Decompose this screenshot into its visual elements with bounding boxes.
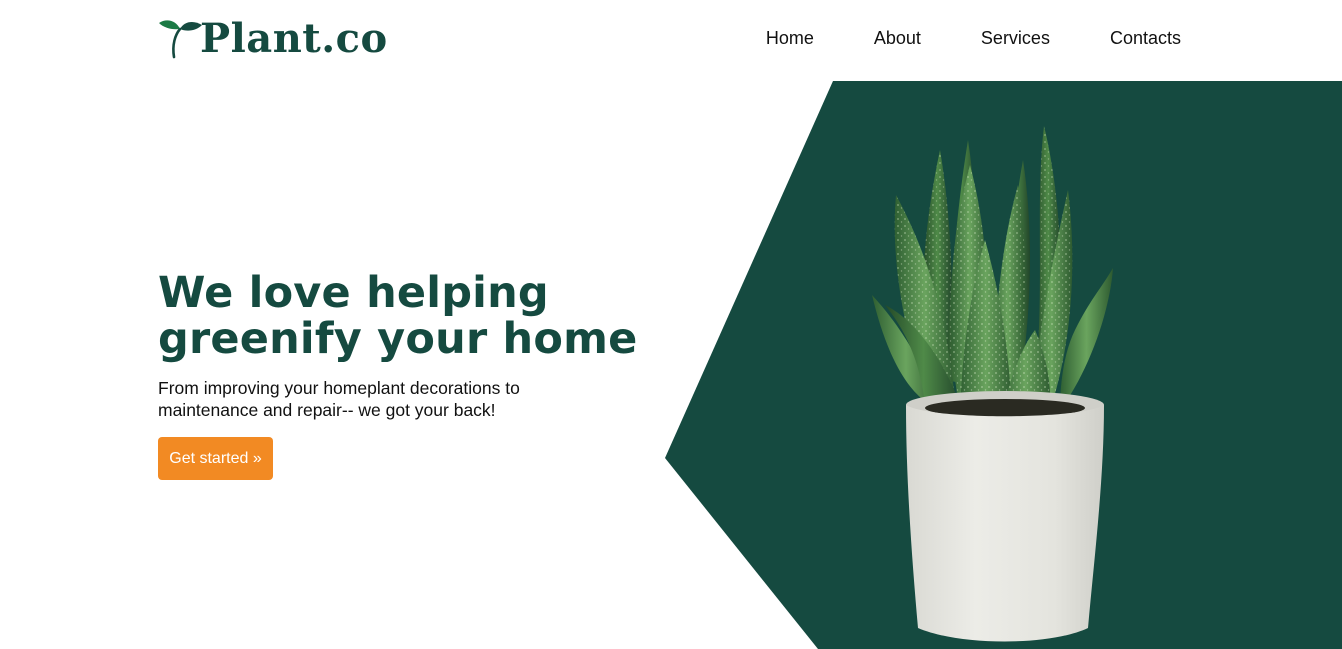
nav-contacts-link[interactable]: Contacts — [1110, 26, 1181, 50]
brand-name: Plant.co — [200, 15, 388, 62]
hero-subtitle-line-2: maintenance and repair-- we got your bac… — [158, 400, 496, 420]
nav-home-link[interactable]: Home — [766, 26, 814, 50]
potted-aloe-plant-image — [872, 126, 1113, 642]
sprout-icon — [159, 20, 202, 59]
hero-title-line-2: greenify your home — [158, 314, 638, 364]
brand-logo[interactable]: Plant.co — [158, 12, 388, 64]
hero-title-line-1: We love helping — [158, 268, 549, 318]
get-started-button[interactable]: Get started » — [158, 437, 273, 480]
hero-hexagon-shape — [665, 81, 1342, 649]
hero-subtitle: From improving your homeplant decoration… — [158, 377, 578, 421]
hero-subtitle-line-1: From improving your homeplant decoration… — [158, 378, 520, 398]
main-nav: Home About Services Contacts — [766, 26, 1181, 50]
nav-about-link[interactable]: About — [874, 26, 921, 50]
nav-services-link[interactable]: Services — [981, 26, 1050, 50]
hero-title: We love helping greenify your home — [158, 270, 637, 362]
